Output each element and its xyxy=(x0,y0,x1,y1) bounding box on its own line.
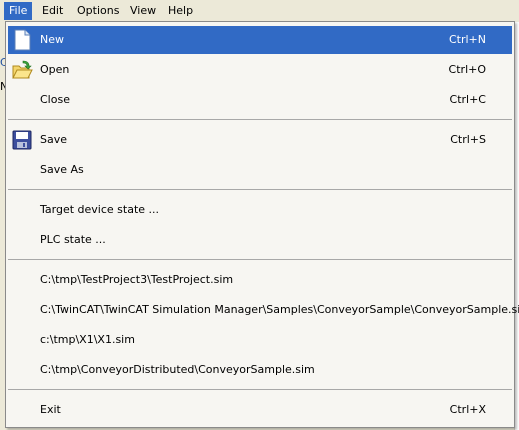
open-folder-icon xyxy=(11,59,33,81)
menu-options[interactable]: Options xyxy=(72,2,124,20)
menu-item-target-device-state[interactable]: Target device state ... xyxy=(8,196,512,224)
menu-view-label: View xyxy=(130,4,157,17)
recent-file-path: C:\tmp\TestProject3\TestProject.sim xyxy=(40,273,234,286)
menu-item-exit-shortcut: Ctrl+X xyxy=(449,403,486,416)
menu-separator xyxy=(8,259,512,260)
menu-edit-label: Edit xyxy=(42,4,64,17)
recent-file-item[interactable]: C:\tmp\TestProject3\TestProject.sim xyxy=(8,266,512,294)
menu-help-label: Help xyxy=(168,4,194,17)
menu-file-label: File xyxy=(9,4,28,17)
menu-edit[interactable]: Edit xyxy=(37,2,68,20)
menu-separator xyxy=(8,389,512,390)
menu-item-save[interactable]: Save Ctrl+S xyxy=(8,126,512,154)
menu-item-plc-state[interactable]: PLC state ... xyxy=(8,226,512,254)
menu-view[interactable]: View xyxy=(125,2,161,20)
menu-help[interactable]: Help xyxy=(163,2,198,20)
menu-item-close[interactable]: Close Ctrl+C xyxy=(8,86,512,114)
menu-file[interactable]: File xyxy=(4,2,33,20)
menu-item-open[interactable]: Open Ctrl+O xyxy=(8,56,512,84)
menu-item-new-shortcut: Ctrl+N xyxy=(448,33,486,46)
recent-file-item[interactable]: C:\TwinCAT\TwinCAT Simulation Manager\Sa… xyxy=(8,296,519,324)
menu-item-save-shortcut: Ctrl+S xyxy=(450,133,486,146)
menu-item-plc-state-label: PLC state ... xyxy=(40,233,106,246)
menu-item-new-label: New xyxy=(40,33,64,46)
menu-item-exit[interactable]: Exit Ctrl+X xyxy=(8,396,512,424)
menu-options-label: Options xyxy=(77,4,120,17)
menu-item-save-as-label: Save As xyxy=(40,163,84,176)
new-document-icon xyxy=(11,29,33,51)
menu-item-open-label: Open xyxy=(40,63,70,76)
menu-separator xyxy=(8,119,512,120)
menu-item-save-as[interactable]: Save As xyxy=(8,156,512,184)
menu-item-exit-label: Exit xyxy=(40,403,61,416)
menu-item-save-label: Save xyxy=(40,133,68,146)
file-menu-dropdown: New Ctrl+N Open Ctrl+O Close Ctrl+C Save… xyxy=(5,21,519,428)
menu-separator xyxy=(8,189,512,190)
recent-file-item[interactable]: c:\tmp\X1\X1.sim xyxy=(8,326,512,354)
menu-item-new[interactable]: New Ctrl+N xyxy=(8,26,512,54)
menu-item-close-shortcut: Ctrl+C xyxy=(449,93,486,106)
floppy-disk-icon xyxy=(11,129,33,151)
menu-item-close-label: Close xyxy=(40,93,70,106)
recent-file-path: C:\tmp\ConveyorDistributed\ConveyorSampl… xyxy=(40,363,315,376)
menubar: File Edit Options View Help xyxy=(0,0,519,22)
recent-file-item[interactable]: C:\tmp\ConveyorDistributed\ConveyorSampl… xyxy=(8,356,512,384)
recent-file-path: c:\tmp\X1\X1.sim xyxy=(40,333,135,346)
recent-file-path: C:\TwinCAT\TwinCAT Simulation Manager\Sa… xyxy=(40,303,519,316)
menu-item-open-shortcut: Ctrl+O xyxy=(448,63,486,76)
menu-item-target-device-state-label: Target device state ... xyxy=(40,203,160,216)
